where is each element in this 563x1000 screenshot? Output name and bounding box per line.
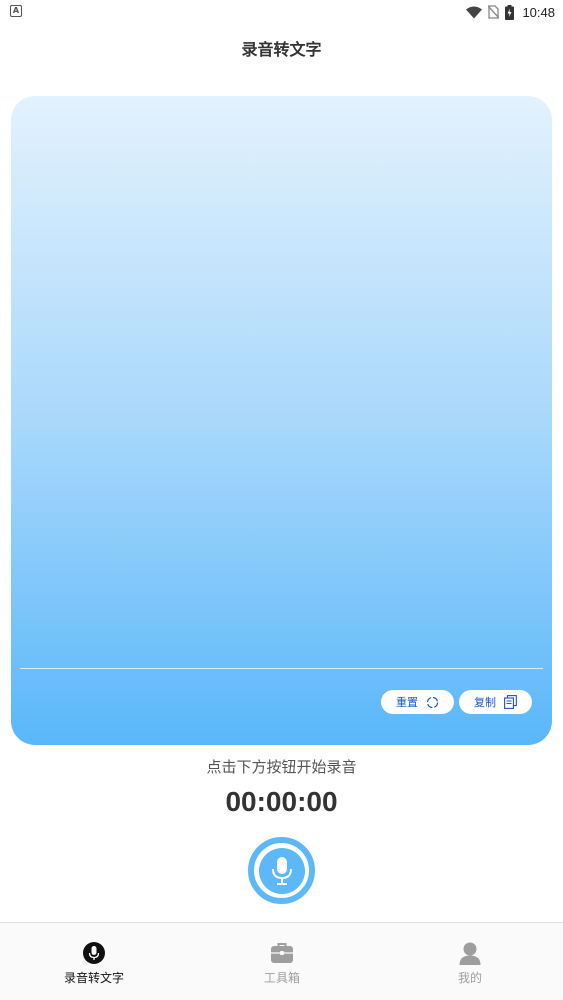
nav-item-toolbox[interactable]: 工具箱 (222, 941, 342, 986)
status-bar: A 10:48 (0, 0, 563, 24)
copy-button-label: 复制 (474, 696, 496, 709)
no-sim-icon (488, 5, 500, 19)
copy-icon (504, 695, 517, 709)
nav-item-mine[interactable]: 我的 (410, 941, 530, 986)
toolbox-icon (271, 943, 293, 963)
record-hint: 点击下方按钮开始录音 (206, 758, 357, 776)
recording-timer: 00:00:00 (225, 786, 338, 817)
nav-label-toolbox: 工具箱 (263, 971, 300, 985)
page-title: 录音转文字 (241, 40, 322, 59)
status-time: 10:48 (522, 4, 555, 20)
wifi-icon (466, 6, 483, 18)
nav-label-record: 录音转文字 (63, 971, 124, 985)
record-button[interactable] (248, 837, 315, 904)
refresh-icon (426, 696, 439, 708)
record-button-inner (258, 847, 305, 894)
battery-charging-icon (505, 4, 515, 20)
bottom-nav: 录音转文字 工具箱 我的 (0, 922, 563, 1000)
copy-button[interactable]: 复制 (459, 690, 532, 714)
reset-button[interactable]: 重置 (381, 690, 454, 714)
nav-item-record[interactable]: 录音转文字 (34, 941, 154, 986)
status-indicators: 10:48 (466, 3, 555, 21)
card-divider (20, 668, 543, 669)
app-notification-icon: A (10, 5, 22, 17)
person-icon (459, 942, 481, 965)
microphone-icon (83, 942, 105, 964)
nav-label-mine: 我的 (457, 971, 482, 985)
reset-button-label: 重置 (396, 696, 418, 709)
transcription-card[interactable]: 重置 复制 (11, 96, 552, 745)
microphone-icon (271, 856, 292, 885)
